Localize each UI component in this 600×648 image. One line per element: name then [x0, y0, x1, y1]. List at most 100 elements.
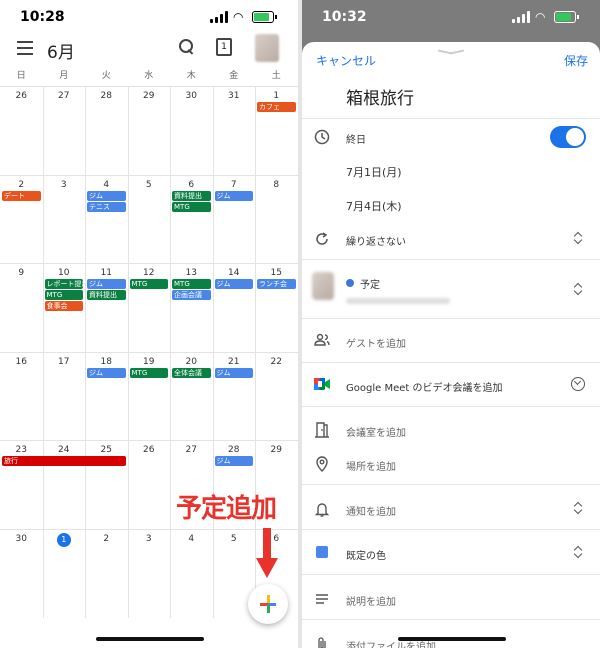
event-chip[interactable]: 全体会議: [172, 367, 211, 378]
day-number[interactable]: 23: [0, 445, 43, 455]
event-chip[interactable]: MTG: [129, 279, 168, 289]
menu-icon[interactable]: [17, 41, 33, 55]
event-chip[interactable]: ジム: [214, 279, 253, 289]
day-number[interactable]: 31: [213, 91, 256, 101]
grid-line: [0, 86, 298, 87]
day-number[interactable]: 28: [213, 445, 256, 455]
day-number[interactable]: 29: [255, 445, 298, 455]
avatar[interactable]: [255, 34, 279, 62]
day-number[interactable]: 6: [170, 180, 213, 190]
event-chip[interactable]: ジム: [214, 367, 253, 378]
day-number[interactable]: 30: [170, 91, 213, 101]
day-number[interactable]: 8: [255, 180, 298, 190]
day-number[interactable]: 30: [0, 534, 43, 544]
plus-icon-part: [266, 605, 270, 613]
expand-circle-icon[interactable]: [571, 377, 585, 391]
day-number[interactable]: 4: [85, 180, 128, 190]
event-chip[interactable]: ジム: [214, 456, 253, 466]
event-chip[interactable]: MTG: [44, 290, 83, 300]
event-chip[interactable]: 資料提出: [172, 190, 211, 201]
day-number[interactable]: 19: [128, 357, 171, 367]
event-chip[interactable]: MTG: [172, 201, 211, 212]
day-number[interactable]: 13: [170, 268, 213, 278]
day-number[interactable]: 28: [85, 91, 128, 101]
add-room-button[interactable]: 会議室を追加: [346, 424, 406, 439]
day-number[interactable]: 9: [0, 268, 43, 278]
cancel-button[interactable]: キャンセル: [316, 52, 376, 69]
day-number[interactable]: 27: [170, 445, 213, 455]
search-icon[interactable]: [179, 39, 195, 55]
day-number[interactable]: 3: [43, 180, 86, 190]
day-number[interactable]: 11: [85, 268, 128, 278]
add-location-button[interactable]: 場所を追加: [346, 458, 396, 473]
repeat-selector[interactable]: 繰り返さない: [346, 233, 406, 248]
all-day-label: 終日: [346, 135, 366, 146]
grid-line: [0, 174, 298, 176]
all-day-toggle[interactable]: [550, 126, 586, 148]
weekday-label: 水: [144, 71, 154, 81]
event-chip[interactable]: ジム: [214, 190, 253, 201]
chevron-down-icon[interactable]: [438, 48, 464, 56]
day-number[interactable]: 15: [255, 268, 298, 278]
day-number[interactable]: 12: [128, 268, 171, 278]
weekday-label: 日: [16, 71, 26, 81]
create-event-button[interactable]: [248, 584, 288, 624]
day-number[interactable]: 21: [213, 357, 256, 367]
add-notification-button[interactable]: 通知を追加: [346, 503, 396, 518]
today-date[interactable]: 1: [56, 532, 71, 547]
day-number[interactable]: 1: [255, 91, 298, 101]
grid-line: [0, 440, 298, 441]
event-chip[interactable]: MTG: [129, 367, 168, 378]
add-description-button[interactable]: 説明を追加: [346, 593, 396, 608]
event-chip[interactable]: テニス: [87, 201, 126, 212]
day-number[interactable]: 2: [0, 180, 43, 190]
day-number[interactable]: 20: [170, 357, 213, 367]
event-chip[interactable]: ジム: [87, 367, 126, 378]
day-number[interactable]: 22: [255, 357, 298, 367]
new-event-screen: 10:32 ◠ キャンセル 保存 箱根旅行 終日 7月1日(月) 7月4日(木)…: [302, 0, 600, 648]
event-chip[interactable]: 資料提出: [87, 290, 126, 300]
day-number[interactable]: 5: [128, 180, 171, 190]
start-date[interactable]: 7月1日(月): [346, 164, 402, 180]
add-guest-button[interactable]: ゲストを追加: [346, 335, 406, 350]
day-number[interactable]: 14: [213, 268, 256, 278]
day-number[interactable]: 4: [170, 534, 213, 544]
day-number[interactable]: 7: [213, 180, 256, 190]
day-number[interactable]: 29: [128, 91, 171, 101]
color-selector[interactable]: 既定の色: [346, 547, 386, 562]
account-avatar: [312, 272, 334, 300]
day-number[interactable]: 3: [128, 534, 171, 544]
event-chip[interactable]: 旅行: [2, 456, 126, 466]
calendar-selector[interactable]: 予定: [360, 276, 380, 291]
day-number[interactable]: 27: [43, 91, 86, 101]
event-chip[interactable]: レポート提出: [44, 279, 83, 289]
today-icon[interactable]: 1: [216, 38, 232, 56]
month-grid[interactable]: 26 27 28 29 30 31 1 2 3 4 5 6 7 8 9 10 11 12 13 14 15 16 17 18 1…: [0, 86, 298, 618]
day-number[interactable]: 25: [85, 445, 128, 455]
weekday-label: 火: [101, 71, 111, 81]
end-date[interactable]: 7月4日(木): [346, 198, 402, 214]
day-number[interactable]: 10: [43, 268, 86, 278]
day-number[interactable]: 17: [43, 357, 86, 367]
event-chip[interactable]: MTG: [172, 279, 211, 289]
day-number[interactable]: 26: [128, 445, 171, 455]
event-chip[interactable]: ランチ会: [257, 279, 296, 289]
day-number[interactable]: 16: [0, 357, 43, 367]
divider: [302, 259, 600, 260]
event-chip[interactable]: カフェ: [257, 102, 296, 112]
save-button[interactable]: 保存: [564, 52, 588, 69]
event-title-input[interactable]: 箱根旅行: [346, 84, 414, 109]
day-number[interactable]: 26: [0, 91, 43, 101]
event-chip[interactable]: 食事会: [44, 301, 83, 311]
event-chip[interactable]: デート: [2, 190, 41, 201]
day-number[interactable]: 2: [85, 534, 128, 544]
event-chip[interactable]: 企画会議: [172, 290, 211, 300]
day-number[interactable]: 24: [43, 445, 86, 455]
event-chip[interactable]: ジム: [87, 279, 126, 289]
event-chip[interactable]: ジム: [87, 190, 126, 201]
add-meet-button[interactable]: Google Meet のビデオ会議を追加: [346, 379, 502, 394]
day-number[interactable]: 18: [85, 357, 128, 367]
day-number[interactable]: 5: [213, 534, 256, 544]
month-title[interactable]: 6月: [47, 38, 75, 63]
door-icon: [315, 422, 329, 438]
